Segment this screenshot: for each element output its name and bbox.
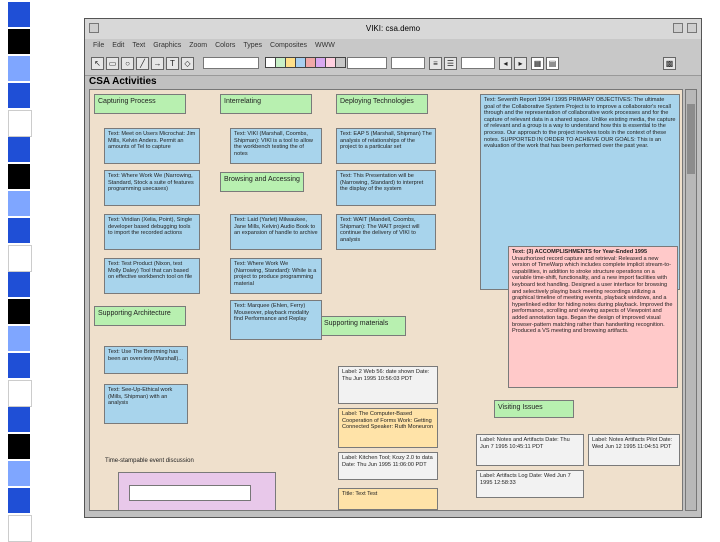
nav-prev-icon[interactable]: ◂ <box>499 57 512 70</box>
menu-item-file[interactable]: File <box>93 39 104 53</box>
menu-item-text[interactable]: Text <box>132 39 145 53</box>
find-field[interactable] <box>461 57 495 69</box>
polygon-icon[interactable]: ◇ <box>181 57 194 70</box>
strip-block <box>8 164 30 189</box>
canvas[interactable]: Capturing Process Interrelating Deployin… <box>89 89 683 511</box>
note-supporting-architecture[interactable]: Supporting Architecture <box>94 306 186 326</box>
note-accomplishments[interactable]: Text: (3) ACCOMPLISHMENTS for Year-Ended… <box>508 246 678 388</box>
strip-block <box>8 326 30 351</box>
note-label[interactable]: Label: Kitchen Tool; Kozy 2.0 to data Da… <box>338 452 438 480</box>
strip-block <box>8 56 30 81</box>
layout-icon[interactable]: ▤ <box>546 57 559 70</box>
note-text[interactable]: Text: Meet on Users Microchat: Jim Mills… <box>104 128 200 164</box>
window-title: VIKI: csa.demo <box>365 24 421 33</box>
nav-next-icon[interactable]: ▸ <box>514 57 527 70</box>
menu-item-zoom[interactable]: Zoom <box>189 39 207 53</box>
note-text[interactable]: Text: See-Up-Ethical work (Mills, Shipma… <box>104 384 188 424</box>
color-swatch[interactable] <box>335 57 346 68</box>
note-interrelating[interactable]: Interrelating <box>220 94 312 114</box>
strip-block <box>8 29 30 54</box>
note-label[interactable]: Label: 2 Web 56: date shown Date: Thu Ju… <box>338 366 438 404</box>
note-date[interactable]: Label: Notes Artifacts Pilot Date: Wed J… <box>588 434 680 466</box>
strip-block <box>8 434 30 459</box>
time-stampable-label: Time-stampable event discussion <box>105 458 194 464</box>
strip-block <box>8 515 32 542</box>
menu-bar: File Edit Text Graphics Zoom Colors Types Compo… <box>85 39 701 53</box>
vertical-scrollbar[interactable] <box>685 89 697 511</box>
accomplishments-title: Text: (3) ACCOMPLISHMENTS for Year-Ended… <box>512 249 648 255</box>
note-date[interactable]: Label: Artifacts Log Date: Wed Jun 7 199… <box>476 470 584 498</box>
note-deploying[interactable]: Deploying Technologies <box>336 94 428 114</box>
discussion-area[interactable] <box>118 472 276 510</box>
strip-block <box>8 461 30 486</box>
note-visiting-issues[interactable]: Visiting Issues <box>494 400 574 418</box>
pointer-icon[interactable]: ↖ <box>91 57 104 70</box>
decorative-strip <box>0 0 40 542</box>
note-label[interactable]: Label: The Computer-Based Cooperation of… <box>338 408 438 448</box>
discussion-input[interactable] <box>129 485 251 501</box>
note-text[interactable]: Text: This Presentation will be (Narrowi… <box>336 170 436 206</box>
menu-item-colors[interactable]: Colors <box>215 39 235 53</box>
strip-block <box>8 218 30 243</box>
note-browsing[interactable]: Browsing and Accessing <box>220 172 304 192</box>
menu-item-composites[interactable]: Composites <box>270 39 307 53</box>
strip-block <box>8 353 30 378</box>
accomplishments-body: Unauthorized record capture and retrieva… <box>512 255 673 335</box>
zoom-field[interactable] <box>347 57 387 69</box>
note-text[interactable]: Text: Use The Brimming has been an overv… <box>104 346 188 374</box>
note-text[interactable]: Text: EAP 5 (Marshall, Shipman) The anal… <box>336 128 436 164</box>
strip-block <box>8 191 30 216</box>
palette-icon[interactable]: ▩ <box>663 57 676 70</box>
note-text[interactable]: Text: Test Product (Nixon, test Molly Da… <box>104 258 200 294</box>
note-supporting-materials[interactable]: Supporting materials <box>320 316 406 336</box>
ellipse-icon[interactable]: ○ <box>121 57 134 70</box>
strip-block <box>8 380 32 407</box>
grid-icon[interactable]: ▦ <box>531 57 544 70</box>
viki-window: VIKI: csa.demo File Edit Text Graphics Zoom C… <box>84 18 702 518</box>
menu-item-types[interactable]: Types <box>243 39 262 53</box>
font-size-field[interactable] <box>203 57 259 69</box>
note-date[interactable]: Label: Notes and Artifacts Date: Thu Jun… <box>476 434 584 466</box>
minimize-icon[interactable] <box>673 23 683 33</box>
line-icon[interactable]: ╱ <box>136 57 149 70</box>
note-text[interactable]: Text: Marquee (Ehlen, Ferry) Mouseover, … <box>230 300 322 340</box>
align-center-icon[interactable]: ☰ <box>444 57 457 70</box>
align-left-icon[interactable]: ≡ <box>429 57 442 70</box>
strip-block <box>8 245 32 272</box>
note-text[interactable]: Text: Where Work We (Narrowing, Standard… <box>230 258 322 294</box>
note-text[interactable]: Text: Where Work We (Narrowing, Standard… <box>104 170 200 206</box>
rectangle-icon[interactable]: ▭ <box>106 57 119 70</box>
menu-item-edit[interactable]: Edit <box>112 39 124 53</box>
window-menu-icon[interactable] <box>89 23 99 33</box>
maximize-icon[interactable] <box>687 23 697 33</box>
scroll-thumb[interactable] <box>687 104 695 174</box>
menu-item-graphics[interactable]: Graphics <box>153 39 181 53</box>
strip-block <box>8 299 30 324</box>
canvas-title: CSA Activities <box>89 76 157 87</box>
title-bar[interactable]: VIKI: csa.demo <box>85 19 701 40</box>
strip-block <box>8 2 30 27</box>
text-icon[interactable]: T <box>166 57 179 70</box>
strip-block <box>8 407 30 432</box>
strip-block <box>8 272 30 297</box>
note-text[interactable]: Text: VIKI (Marshall, Coombs, Shipman): … <box>230 128 322 164</box>
strip-block <box>8 137 30 162</box>
toolbar: ↖ ▭ ○ ╱ → T ◇ ≡ ☰ ◂ ▸ ▦ ▤ ▩ <box>85 53 701 76</box>
note-text[interactable]: Text: Laid (Yarlet) Milwaukee, Jane Mill… <box>230 214 322 250</box>
arrow-icon[interactable]: → <box>151 57 164 70</box>
strip-block <box>8 83 30 108</box>
note-capturing-process[interactable]: Capturing Process <box>94 94 186 114</box>
note-text[interactable]: Text: WAIT (Mandell, Coombs, Shipman): T… <box>336 214 436 250</box>
note-text[interactable]: Text: Viridian (Xelia, Point), Single de… <box>104 214 200 250</box>
strip-block <box>8 488 30 513</box>
strip-block <box>8 110 32 137</box>
style-field[interactable] <box>391 57 425 69</box>
menu-item-www[interactable]: WWW <box>315 39 335 53</box>
note-label[interactable]: Title: Text Test <box>338 488 438 510</box>
